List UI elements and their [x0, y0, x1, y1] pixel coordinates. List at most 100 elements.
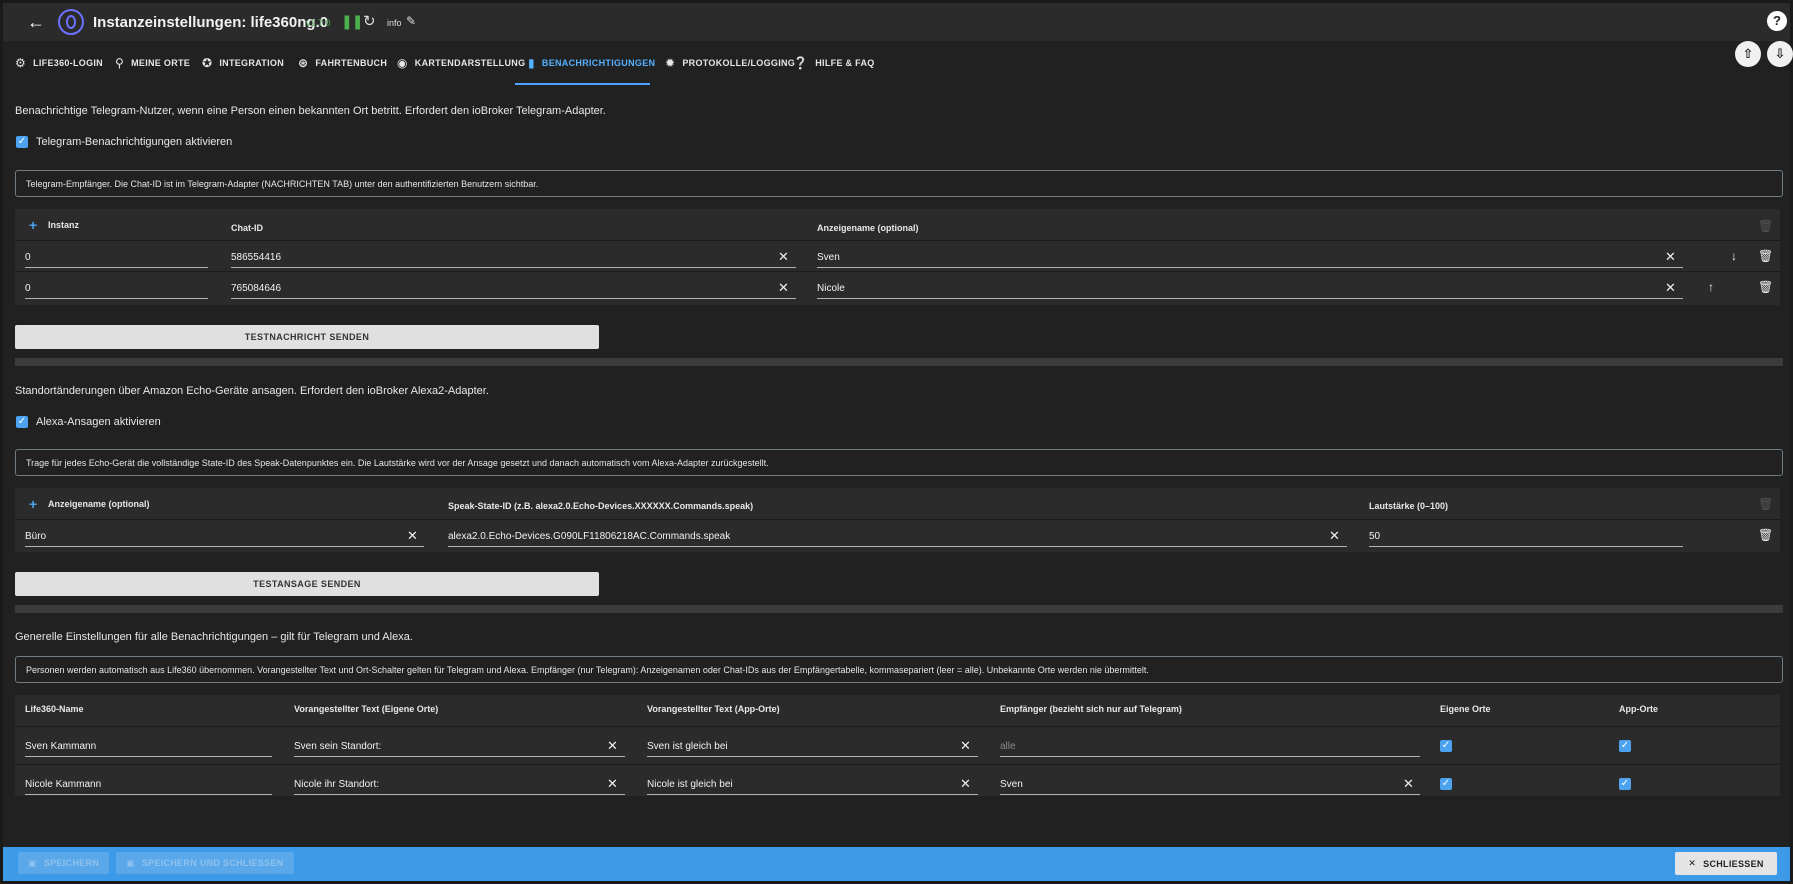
close-icon: ✕ — [1688, 858, 1697, 868]
anzeigename-field[interactable]: Sven — [817, 252, 840, 263]
version-badge: v1.7.0 — [306, 18, 331, 28]
clear-icon[interactable]: ✕ — [1665, 280, 1676, 296]
tab-hilfe-faq[interactable]: ❔ HILFE & FAQ — [793, 41, 875, 85]
col-eigene-orte: Eigene Orte — [1440, 704, 1491, 714]
trash-icon[interactable]: 🗑 — [1758, 249, 1773, 263]
active-tab-indicator — [515, 83, 650, 85]
floppy-icon: ▣ — [28, 857, 37, 868]
tab-meine-orte[interactable]: ⚲ MEINE ORTE — [115, 41, 190, 85]
chat-id-field[interactable]: 765084646 — [231, 283, 281, 294]
chat-id-field[interactable]: 586554416 — [231, 252, 281, 263]
text-app-field[interactable]: Sven ist gleich bei — [647, 741, 728, 752]
app-frame: ← Instanzeinstellungen: life360ng.0 v1.7… — [3, 3, 1793, 881]
tab-benachrichtigungen[interactable]: ▮ BENACHRICHTIGUNGEN — [528, 41, 655, 85]
telegram-info-box: Telegram-Empfänger. Die Chat-ID ist im T… — [15, 170, 1783, 197]
send-test-message-button[interactable]: TESTNACHRICHT SENDEN — [15, 325, 599, 349]
clear-icon[interactable]: ✕ — [1665, 249, 1676, 265]
life360-name-field[interactable]: Sven Kammann — [25, 741, 96, 752]
bottom-action-bar: ▣ SPEICHERN ▣ SPEICHERN UND SCHLIESSEN ✕ SC… — [3, 847, 1790, 881]
telegram-enable-label: Telegram-Benachrichtigungen aktivieren — [36, 136, 233, 148]
col-chat-id: Chat-ID — [231, 223, 263, 233]
alexa-table: + Anzeigename (optional) Speak-State-ID … — [15, 488, 1780, 552]
col-life360-name: Life360-Name — [25, 704, 84, 714]
instanz-field[interactable]: 0 — [25, 283, 31, 294]
telegram-enable-checkbox[interactable]: ✓ — [16, 136, 28, 148]
trash-icon: 🗑 — [1758, 497, 1774, 511]
info-label: info — [387, 18, 402, 28]
text-own-field[interactable]: Nicole ihr Standort: — [294, 779, 379, 790]
clear-icon[interactable]: ✕ — [778, 249, 789, 265]
own-places-checkbox[interactable]: ✓ — [1440, 778, 1452, 790]
pause-icon[interactable]: ❚❚ — [341, 13, 363, 30]
page-title: Instanzeinstellungen: life360ng.0 — [93, 14, 329, 31]
puzzle-icon: ✪ — [202, 56, 213, 70]
add-row-icon[interactable]: + — [29, 217, 37, 233]
clear-icon[interactable]: ✕ — [960, 776, 971, 792]
alexa-info-box: Trage für jedes Echo-Gerät die vollständ… — [15, 449, 1783, 476]
col-text-eigene-orte: Vorangestellter Text (Eigene Orte) — [294, 704, 439, 714]
upload-icon: ⇧ — [1742, 46, 1754, 61]
alexa-enable-checkbox[interactable]: ✓ — [16, 416, 28, 428]
tab-bar: ⚙ LIFE360-LOGIN ⚲ MEINE ORTE ✪ INTEGRATION … — [3, 41, 1790, 85]
bookmark-icon: ▮ — [528, 56, 535, 70]
instanz-field[interactable]: 0 — [25, 252, 31, 263]
download-icon: ⇩ — [1774, 46, 1786, 61]
tab-life360-login[interactable]: ⚙ LIFE360-LOGIN — [15, 41, 103, 85]
speak-state-id-field[interactable]: alexa2.0.Echo-Devices.G090LF11806218AC.C… — [448, 531, 730, 542]
tab-fahrtenbuch[interactable]: ⊛ FAHRTENBUCH — [298, 41, 387, 85]
tab-protokolle-logging[interactable]: ✹ PROTOKOLLE/LOGGING — [665, 41, 795, 85]
alexa-intro: Standortänderungen über Amazon Echo-Gerä… — [15, 385, 489, 397]
tab-kartendarstellung[interactable]: ◉ KARTENDARSTELLUNG — [397, 41, 525, 85]
anzeigename-field[interactable]: Nicole — [817, 283, 845, 294]
floppy-icon: ▣ — [126, 857, 135, 868]
volume-field[interactable]: 50 — [1369, 531, 1380, 542]
general-table: Life360-Name Vorangestellter Text (Eigen… — [15, 695, 1780, 796]
map-pin-icon: ⚲ — [115, 56, 125, 70]
section-divider — [15, 605, 1783, 613]
life360-name-field[interactable]: Nicole Kammann — [25, 779, 101, 790]
help-icon[interactable]: ? — [1767, 11, 1787, 31]
clear-icon[interactable]: ✕ — [607, 776, 618, 792]
clear-icon[interactable]: ✕ — [1403, 776, 1414, 792]
col-text-app-orte: Vorangestellter Text (App-Orte) — [647, 704, 780, 714]
telegram-table: + Instanz Chat-ID Anzeigename (optional)… — [15, 209, 1780, 305]
save-button[interactable]: ▣ SPEICHERN — [18, 852, 110, 874]
app-places-checkbox[interactable]: ✓ — [1619, 740, 1631, 752]
back-arrow-icon[interactable]: ← — [27, 12, 45, 33]
bug-icon: ✹ — [665, 56, 676, 70]
app-places-checkbox[interactable]: ✓ — [1619, 778, 1631, 790]
text-own-field[interactable]: Sven sein Standort: — [294, 741, 381, 752]
upload-button[interactable]: ⇧ — [1735, 41, 1761, 67]
alexa-name-field[interactable]: Büro — [25, 531, 46, 542]
save-and-close-button[interactable]: ▣ SPEICHERN UND SCHLIESSEN — [116, 852, 294, 874]
trash-icon[interactable]: 🗑 — [1758, 528, 1773, 542]
clear-icon[interactable]: ✕ — [960, 738, 971, 754]
download-button[interactable]: ⇩ — [1767, 41, 1793, 67]
alexa-enable-label: Alexa-Ansagen aktivieren — [36, 416, 161, 428]
arrow-down-icon[interactable]: ↓ — [1731, 249, 1737, 263]
text-app-field[interactable]: Nicole ist gleich bei — [647, 779, 733, 790]
own-places-checkbox[interactable]: ✓ — [1440, 740, 1452, 752]
add-row-icon[interactable]: + — [29, 496, 37, 512]
tab-integration[interactable]: ✪ INTEGRATION — [202, 41, 284, 85]
close-button[interactable]: ✕ SCHLIESSEN — [1675, 852, 1777, 875]
top-bar: ← Instanzeinstellungen: life360ng.0 v1.7… — [3, 3, 1790, 41]
recipient-field[interactable]: Sven — [1000, 779, 1023, 790]
col-anzeigename: Anzeigename (optional) — [817, 223, 919, 233]
section-divider — [15, 358, 1783, 366]
col-anzeigename: Anzeigename (optional) — [48, 499, 150, 509]
route-icon: ⊛ — [298, 56, 309, 70]
pencil-icon[interactable]: ✎ — [406, 14, 416, 28]
clear-icon[interactable]: ✕ — [1329, 528, 1340, 544]
clear-icon[interactable]: ✕ — [407, 528, 418, 544]
reload-icon[interactable]: ↻ — [363, 12, 376, 30]
send-test-announcement-button[interactable]: TESTANSAGE SENDEN — [15, 572, 599, 596]
col-lautstaerke: Lautstärke (0–100) — [1369, 501, 1449, 511]
clear-icon[interactable]: ✕ — [607, 738, 618, 754]
clear-icon[interactable]: ✕ — [778, 280, 789, 296]
help-circle-icon: ❔ — [793, 56, 809, 70]
arrow-up-icon[interactable]: ↑ — [1708, 280, 1714, 294]
trash-icon[interactable]: 🗑 — [1758, 280, 1773, 294]
recipient-field[interactable]: alle — [1000, 741, 1016, 752]
telegram-intro: Benachrichtige Telegram-Nutzer, wenn ein… — [15, 105, 606, 117]
